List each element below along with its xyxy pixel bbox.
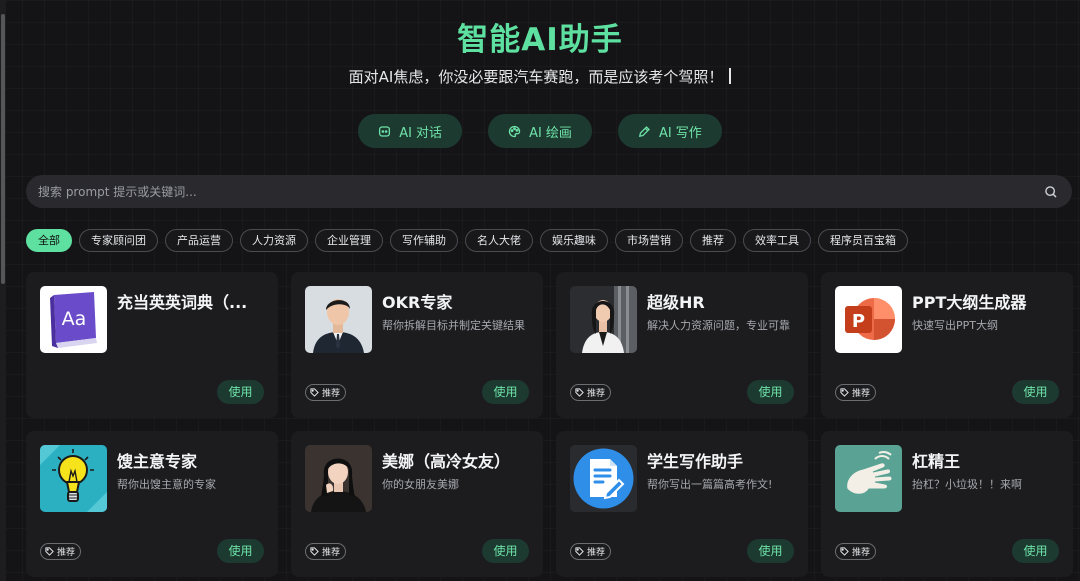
card-description: 快速写出PPT大纲 [912, 319, 998, 332]
use-button[interactable]: 使用 [482, 380, 529, 404]
tag-expert-advisors[interactable]: 专家顾问团 [79, 229, 158, 252]
tag-icon [310, 547, 319, 556]
recommend-badge: 推荐 [570, 384, 612, 401]
recommend-badge: 推荐 [305, 543, 347, 560]
badge-label: 推荐 [322, 548, 341, 558]
category-tags: 全部 专家顾问团 产品运营 人力资源 企业管理 写作辅助 名人大佬 娱乐趣味 市… [26, 229, 1066, 252]
ai-chat-button[interactable]: AI 对话 [358, 114, 463, 148]
prompt-card[interactable]: 馊主意专家 帮你出馊主意的专家 推荐 使用 [26, 431, 278, 577]
card-title: 杠精王 [912, 452, 961, 471]
card-title: 美娜（高冷女友） [382, 452, 511, 471]
use-button[interactable]: 使用 [482, 539, 529, 563]
ai-writing-label: AI 写作 [658, 125, 702, 141]
prompt-card[interactable]: OKR专家 帮你拆解目标并制定关键结果 推荐 使用 [291, 272, 543, 418]
card-description: 帮你出馊主意的专家 [117, 478, 216, 491]
tag-icon [840, 547, 849, 556]
card-title: OKR专家 [382, 293, 453, 312]
tag-icon [575, 547, 584, 556]
tag-productivity[interactable]: 效率工具 [743, 229, 811, 252]
use-button[interactable]: 使用 [1012, 380, 1059, 404]
tag-celebrities[interactable]: 名人大佬 [465, 229, 533, 252]
ai-painting-button[interactable]: AI 绘画 [488, 114, 592, 148]
use-button[interactable]: 使用 [747, 539, 794, 563]
card-description: 帮你写出一篇篇高考作文! [647, 478, 773, 491]
page-title: 智能AI助手 [457, 22, 623, 58]
use-button[interactable]: 使用 [217, 380, 264, 404]
prompt-card[interactable]: 学生写作助手 帮你写出一篇篇高考作文! 推荐 使用 [556, 431, 808, 577]
prompt-card[interactable]: Aa 充当英英词典（... 使用 [26, 272, 278, 418]
tag-all[interactable]: 全部 [26, 229, 72, 252]
tag-icon [45, 547, 54, 556]
tag-management[interactable]: 企业管理 [315, 229, 383, 252]
recommend-badge: 推荐 [835, 384, 877, 401]
search-bar [26, 175, 1072, 208]
document-edit-icon [570, 445, 637, 512]
use-button[interactable]: 使用 [747, 380, 794, 404]
dictionary-icon: Aa [40, 286, 107, 353]
use-button[interactable]: 使用 [1012, 539, 1059, 563]
businessman-avatar [305, 286, 372, 353]
tag-entertainment[interactable]: 娱乐趣味 [540, 229, 608, 252]
card-title: 学生写作助手 [647, 452, 744, 471]
ai-painting-label: AI 绘画 [529, 125, 572, 141]
badge-label: 推荐 [587, 548, 606, 558]
badge-label: 推荐 [852, 389, 871, 399]
powerpoint-icon: P [835, 286, 902, 353]
recommend-badge: 推荐 [835, 543, 877, 560]
card-title: 超级HR [647, 293, 705, 312]
page-scrollbar[interactable] [0, 0, 6, 581]
tag-writing[interactable]: 写作辅助 [390, 229, 458, 252]
palette-icon [508, 125, 521, 137]
tag-icon [310, 388, 319, 397]
search-input[interactable] [38, 184, 1044, 199]
pen-icon [638, 125, 650, 137]
girl-avatar [305, 445, 372, 512]
card-description: 你的女朋友美娜 [382, 478, 459, 491]
tag-marketing[interactable]: 市场营销 [615, 229, 683, 252]
typing-caret [729, 68, 732, 84]
mode-switcher: AI 对话 AI 绘画 AI 写作 [0, 114, 1080, 148]
recommend-badge: 推荐 [570, 543, 612, 560]
prompt-card[interactable]: P PPT大纲生成器 快速写出PPT大纲 推荐 使用 [821, 272, 1073, 418]
prompt-card[interactable]: 美娜（高冷女友） 你的女朋友美娜 推荐 使用 [291, 431, 543, 577]
recommend-badge: 推荐 [40, 543, 82, 560]
prompt-card-grid: Aa 充当英英词典（... 使用 OKR专家 帮你拆解目标并制定关键结果 推荐 … [26, 272, 1073, 577]
card-description: 抬杠？小垃圾！！来啊 [912, 478, 1022, 491]
tag-icon [840, 388, 849, 397]
tag-product-ops[interactable]: 产品运营 [165, 229, 233, 252]
chat-icon [379, 125, 391, 137]
prompt-card[interactable]: 杠精王 抬杠？小垃圾！！来啊 推荐 使用 [821, 431, 1073, 577]
ai-writing-button[interactable]: AI 写作 [617, 114, 722, 148]
tag-recommended[interactable]: 推荐 [690, 229, 736, 252]
card-description: 解决人力资源问题，专业可靠 [647, 319, 790, 332]
svg-text:Aa: Aa [62, 308, 87, 330]
card-title: 馊主意专家 [117, 452, 198, 471]
page-subtitle: 面对AI焦虑，你没必要跟汽车赛跑，而是应该考个驾照！ [0, 66, 1080, 87]
subtitle-text: 面对AI焦虑，你没必要跟汽车赛跑，而是应该考个驾照！ [348, 68, 724, 86]
badge-label: 推荐 [322, 389, 341, 399]
businesswoman-avatar [570, 286, 637, 353]
tag-hr[interactable]: 人力资源 [240, 229, 308, 252]
card-title: PPT大纲生成器 [912, 293, 1027, 312]
badge-label: 推荐 [587, 389, 606, 399]
badge-label: 推荐 [852, 548, 871, 558]
tag-icon [575, 388, 584, 397]
hand-wave-icon [835, 445, 902, 512]
card-description: 帮你拆解目标并制定关键结果 [382, 319, 525, 332]
card-title: 充当英英词典（... [117, 293, 248, 312]
tag-programmer-toolbox[interactable]: 程序员百宝箱 [818, 229, 908, 252]
lightbulb-icon [40, 445, 107, 512]
use-button[interactable]: 使用 [217, 539, 264, 563]
prompt-card[interactable]: 超级HR 解决人力资源问题，专业可靠 推荐 使用 [556, 272, 808, 418]
recommend-badge: 推荐 [305, 384, 347, 401]
badge-label: 推荐 [57, 548, 76, 558]
svg-text:P: P [852, 311, 865, 332]
ai-chat-label: AI 对话 [399, 125, 443, 141]
search-icon[interactable] [1044, 185, 1058, 199]
